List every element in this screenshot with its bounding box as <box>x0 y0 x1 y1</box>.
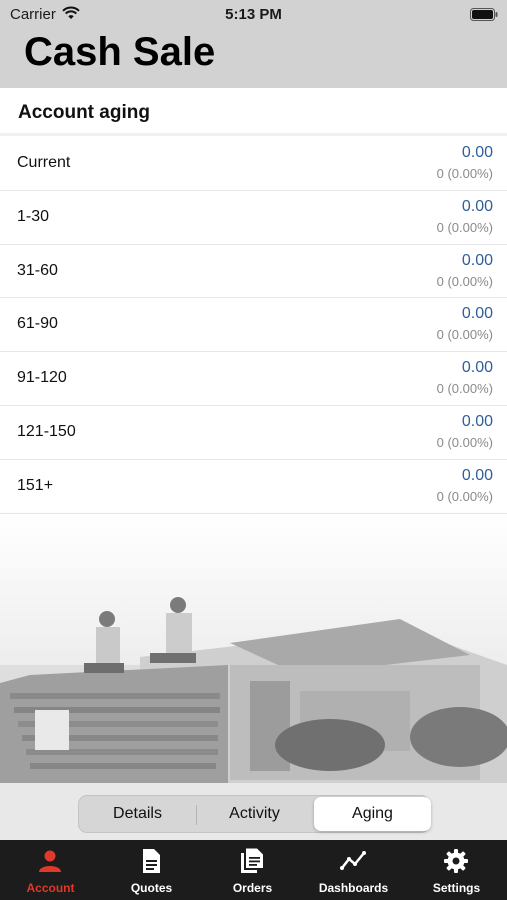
aging-row-label: 1-30 <box>17 207 50 225</box>
section-title: Account aging <box>18 102 150 123</box>
documents-icon <box>241 848 263 873</box>
aging-row-amount: 0.00 <box>461 412 493 430</box>
aging-row-amount: 0.00 <box>461 251 493 269</box>
aging-row-amount: 0.00 <box>461 144 493 161</box>
aging-row-label: 121-150 <box>17 422 76 440</box>
tab-label: Dashboards <box>318 881 389 895</box>
aging-row-label: Current <box>17 154 71 171</box>
historic-photo-illustration <box>0 597 507 783</box>
aging-row-label: 151+ <box>17 476 54 494</box>
aging-row-amount: 0.00 <box>461 197 493 215</box>
aging-row-detail: 0 (0.00%) <box>436 488 493 504</box>
document-icon <box>143 849 160 873</box>
aging-row-detail: 0 (0.00%) <box>436 166 493 181</box>
aging-row-label: 61-90 <box>17 315 58 333</box>
aging-row-amount: 0.00 <box>461 466 493 484</box>
segment-activity[interactable]: Activity <box>196 796 313 832</box>
aging-row-31-60: 31-60 0.00 0 (0.00%) <box>0 244 507 299</box>
aging-list: Current 0.00 0 (0.00%) 1-30 0.00 0 (0.00… <box>0 137 507 514</box>
aging-row-detail: 0 (0.00%) <box>436 273 493 289</box>
status-bar: Carrier 5:13 PM <box>0 0 507 30</box>
tab-bar: Account Quotes Orders Dashboards Setting… <box>0 840 507 900</box>
tab-settings[interactable]: Settings <box>406 840 507 900</box>
segmented-control-bar: Details Activity Aging <box>0 783 507 840</box>
tab-dashboards[interactable]: Dashboards <box>303 840 404 900</box>
segment-aging[interactable]: Aging <box>314 797 431 831</box>
tab-label: Settings <box>432 881 481 895</box>
battery-icon <box>470 8 498 21</box>
aging-row-detail: 0 (0.00%) <box>436 381 493 397</box>
tab-orders[interactable]: Orders <box>202 840 303 900</box>
section-header: Account aging <box>0 88 507 136</box>
aging-row-label: 91-120 <box>17 369 67 387</box>
aging-row-amount: 0.00 <box>461 359 493 377</box>
tab-label: Orders <box>232 881 273 895</box>
segmented-control: Details Activity Aging <box>78 795 431 833</box>
aging-row-detail: 0 (0.00%) <box>436 219 493 235</box>
aging-row-amount: 0.00 <box>461 305 493 323</box>
aging-row-detail: 0 (0.00%) <box>436 327 493 343</box>
aging-row-detail: 0 (0.00%) <box>436 434 493 450</box>
tab-label: Quotes <box>130 881 173 895</box>
aging-row-151-plus: 151+ 0.00 0 (0.00%) <box>0 459 507 514</box>
tab-quotes[interactable]: Quotes <box>101 840 202 900</box>
page-title: Cash Sale <box>24 30 216 74</box>
tab-account[interactable]: Account <box>0 840 101 900</box>
aging-row-label: 31-60 <box>17 261 58 279</box>
gear-icon <box>444 849 468 873</box>
person-icon <box>39 850 61 872</box>
tab-label: Account <box>26 881 75 895</box>
aging-row-61-90: 61-90 0.00 0 (0.00%) <box>0 298 507 353</box>
segment-details[interactable]: Details <box>79 796 196 832</box>
header: Carrier 5:13 PM Cash Sale <box>0 0 507 88</box>
background-photo <box>0 515 507 783</box>
aging-row-91-120: 91-120 0.00 0 (0.00%) <box>0 352 507 406</box>
aging-row-121-150: 121-150 0.00 0 (0.00%) <box>0 405 507 460</box>
clock: 5:13 PM <box>225 6 282 23</box>
aging-row-current: Current 0.00 0 (0.00%) <box>0 137 507 191</box>
aging-row-1-30: 1-30 0.00 0 (0.00%) <box>0 190 507 245</box>
line-chart-icon <box>340 851 366 870</box>
